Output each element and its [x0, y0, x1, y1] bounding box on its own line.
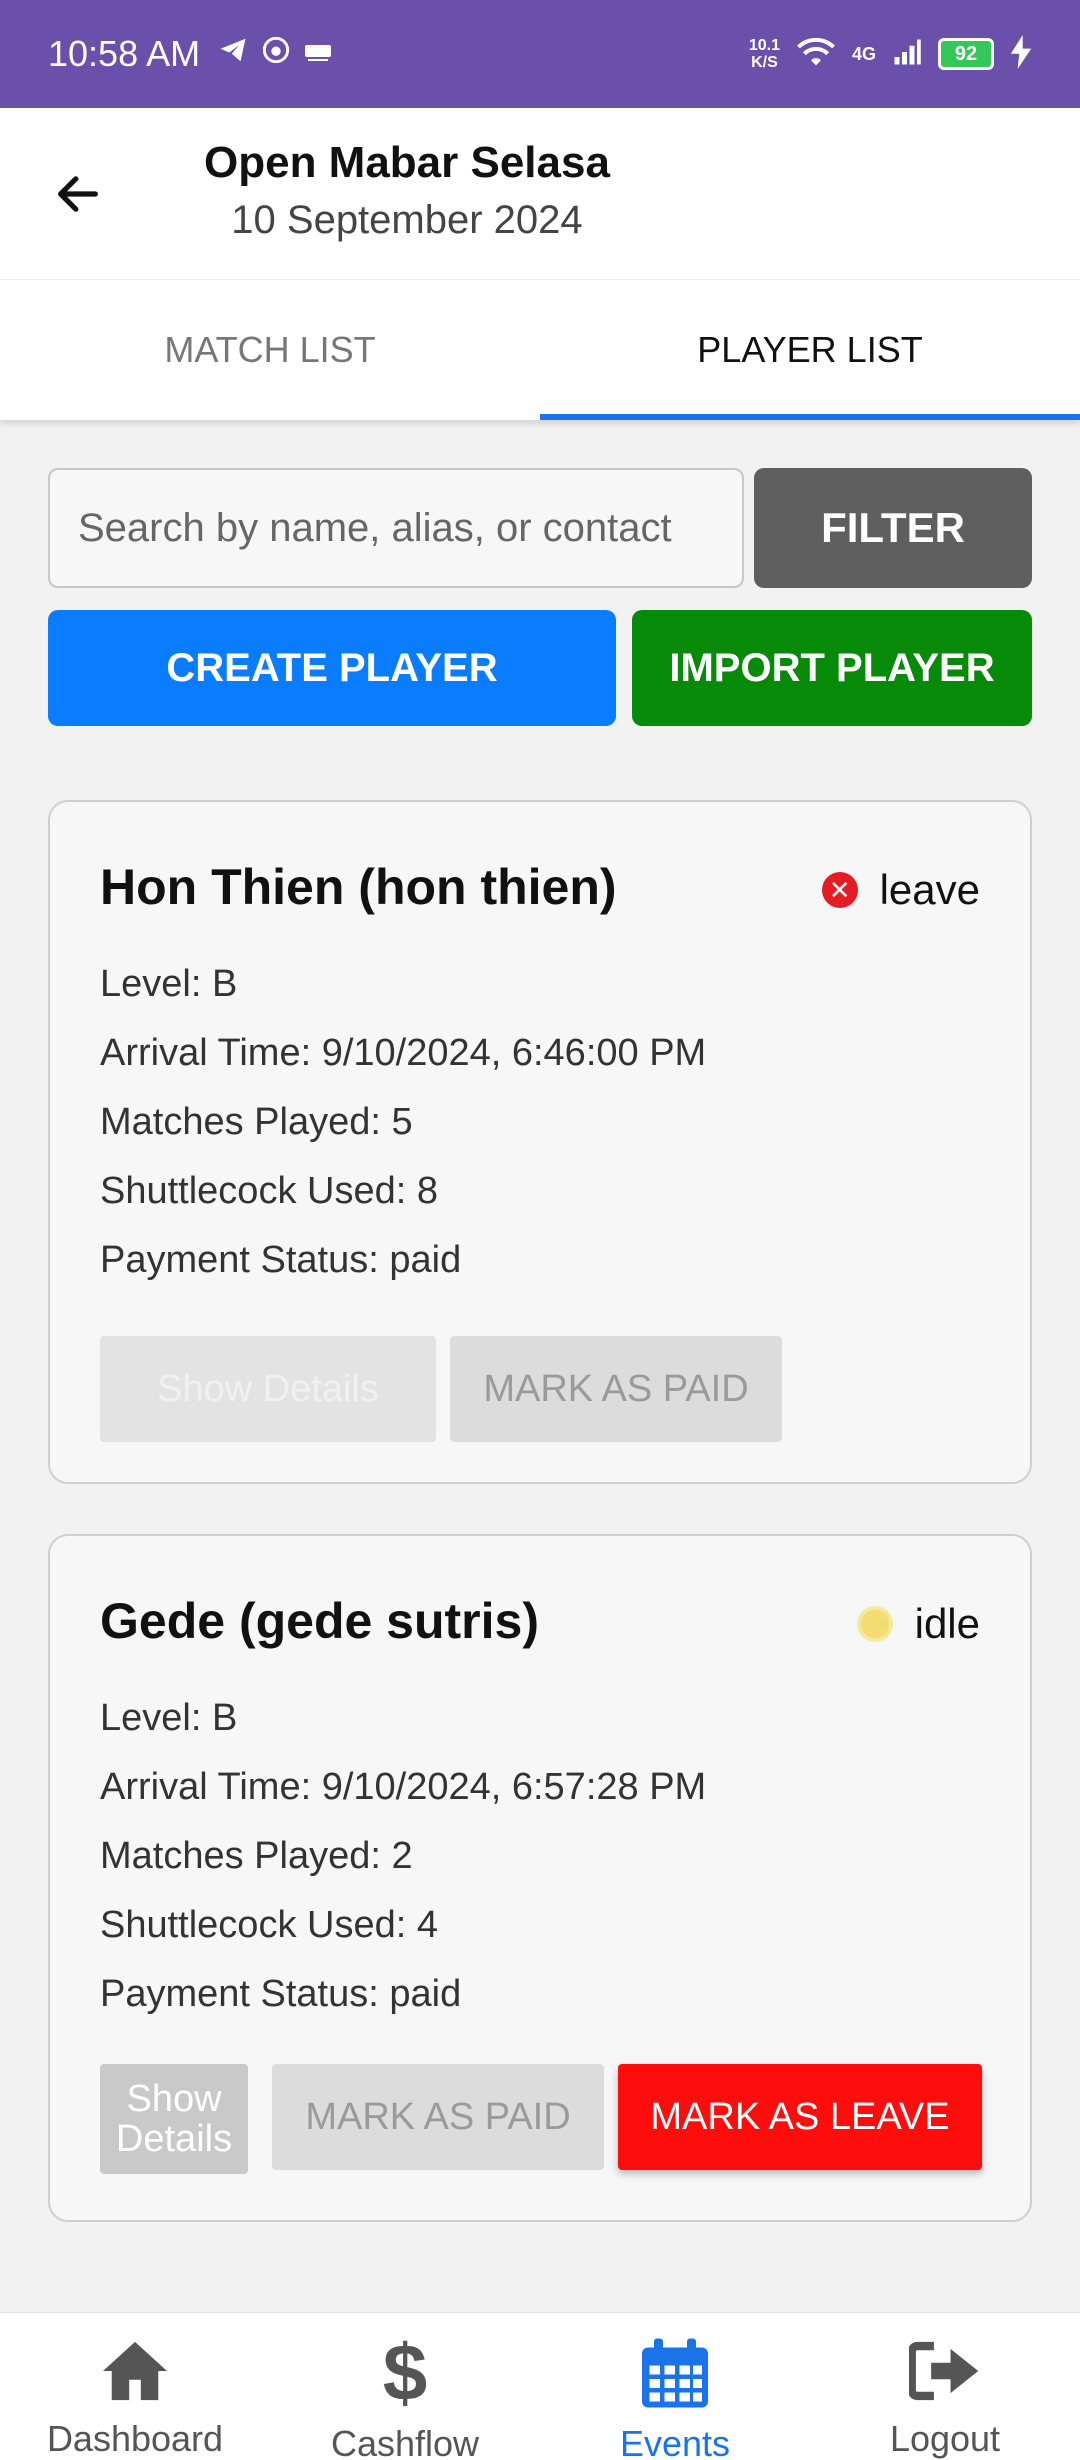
player-shuttlecock-used: Shuttlecock Used: 4: [100, 1904, 438, 1946]
show-details-button[interactable]: Show Details: [100, 2064, 248, 2174]
network-speed-unit: K/S: [751, 54, 778, 71]
mark-as-leave-button[interactable]: MARK AS LEAVE: [618, 2064, 982, 2170]
nav-cashflow[interactable]: $ Cashflow: [270, 2313, 540, 2460]
player-payment-status: Payment Status: paid: [100, 1239, 462, 1281]
status-label: idle: [914, 1600, 980, 1647]
player-matches-played: Matches Played: 2: [100, 1835, 413, 1877]
player-arrival-time: Arrival Time: 9/10/2024, 6:46:00 PM: [100, 1032, 707, 1074]
network-speed-value: 10.1: [748, 37, 780, 54]
nav-label: Dashboard: [46, 2418, 224, 2459]
show-details-label-line2: Details: [115, 2118, 233, 2160]
import-player-button[interactable]: IMPORT PLAYER: [632, 610, 1032, 726]
header-title-group: Open Mabar Selasa 10 September 2024: [204, 138, 610, 243]
idle-status-icon: [856, 1606, 893, 1642]
player-shuttlecock-used: Shuttlecock Used: 8: [100, 1170, 438, 1212]
telegram-icon: [218, 35, 248, 73]
network-type: 4G: [851, 43, 876, 64]
player-level: Level: B: [100, 1697, 238, 1739]
status-time: 10:58 AM: [48, 33, 201, 74]
app-notification-icon: [262, 36, 290, 72]
player-info: Level: B Arrival Time: 9/10/2024, 6:46:0…: [100, 950, 706, 1295]
filter-button[interactable]: FILTER: [754, 468, 1032, 588]
dollar-icon: $: [382, 2328, 428, 2417]
create-player-button[interactable]: CREATE PLAYER: [48, 610, 616, 726]
nav-label: Logout: [889, 2418, 1001, 2459]
player-card: Hon Thien (hon thien) ✕ leave Level: B A…: [48, 800, 1032, 1484]
mark-as-paid-button[interactable]: MARK AS PAID: [272, 2064, 604, 2170]
player-payment-status: Payment Status: paid: [100, 1973, 462, 2015]
show-details-label-line1: Show: [126, 2078, 222, 2120]
show-details-button[interactable]: Show Details: [100, 1336, 436, 1442]
player-level: Level: B: [100, 963, 238, 1005]
nav-label: Events: [619, 2423, 731, 2460]
bottom-navigation: Dashboard $ Cashflow Events Logout: [0, 2312, 1080, 2460]
logout-icon: [909, 2335, 981, 2406]
network-speed: 10.1 K/S: [749, 37, 780, 71]
back-arrow-icon[interactable]: [42, 158, 114, 230]
nav-label: Cashflow: [330, 2423, 480, 2460]
tab-player-list[interactable]: PLAYER LIST: [540, 280, 1080, 420]
nav-dashboard[interactable]: Dashboard: [0, 2313, 270, 2460]
player-name: Gede (gede sutris): [100, 1593, 539, 1649]
player-name: Hon Thien (hon thien): [100, 859, 617, 915]
player-status: idle: [856, 1600, 980, 1648]
nav-logout[interactable]: Logout: [810, 2313, 1080, 2460]
page-title: Open Mabar Selasa: [204, 138, 610, 187]
tab-match-list[interactable]: MATCH LIST: [0, 280, 540, 420]
leave-status-icon: ✕: [821, 872, 858, 908]
mark-as-paid-button[interactable]: MARK AS PAID: [450, 1336, 782, 1442]
search-input[interactable]: [48, 468, 744, 588]
wifi-icon: [796, 35, 836, 74]
event-date: 10 September 2024: [231, 198, 583, 242]
nav-events[interactable]: Events: [540, 2313, 810, 2460]
player-info: Level: B Arrival Time: 9/10/2024, 6:57:2…: [100, 1684, 706, 2029]
tab-bar: MATCH LIST PLAYER LIST: [0, 280, 1080, 420]
player-arrival-time: Arrival Time: 9/10/2024, 6:57:28 PM: [100, 1766, 707, 1808]
player-card: Gede (gede sutris) idle Level: B Arrival…: [48, 1534, 1032, 2222]
calendar-icon: [639, 2335, 711, 2411]
player-matches-played: Matches Played: 5: [100, 1101, 413, 1143]
charging-icon: [1010, 34, 1032, 74]
status-bar: 10:58 AM 10.1 K/S 4G 92: [0, 0, 1080, 108]
player-status: ✕ leave: [821, 866, 980, 914]
app-bar: Open Mabar Selasa 10 September 2024: [0, 108, 1080, 280]
signal-icon: [892, 37, 922, 72]
status-label: leave: [879, 866, 980, 913]
news-app-icon: [304, 37, 332, 71]
home-icon: [99, 2335, 171, 2406]
battery-indicator: 92: [938, 38, 994, 70]
